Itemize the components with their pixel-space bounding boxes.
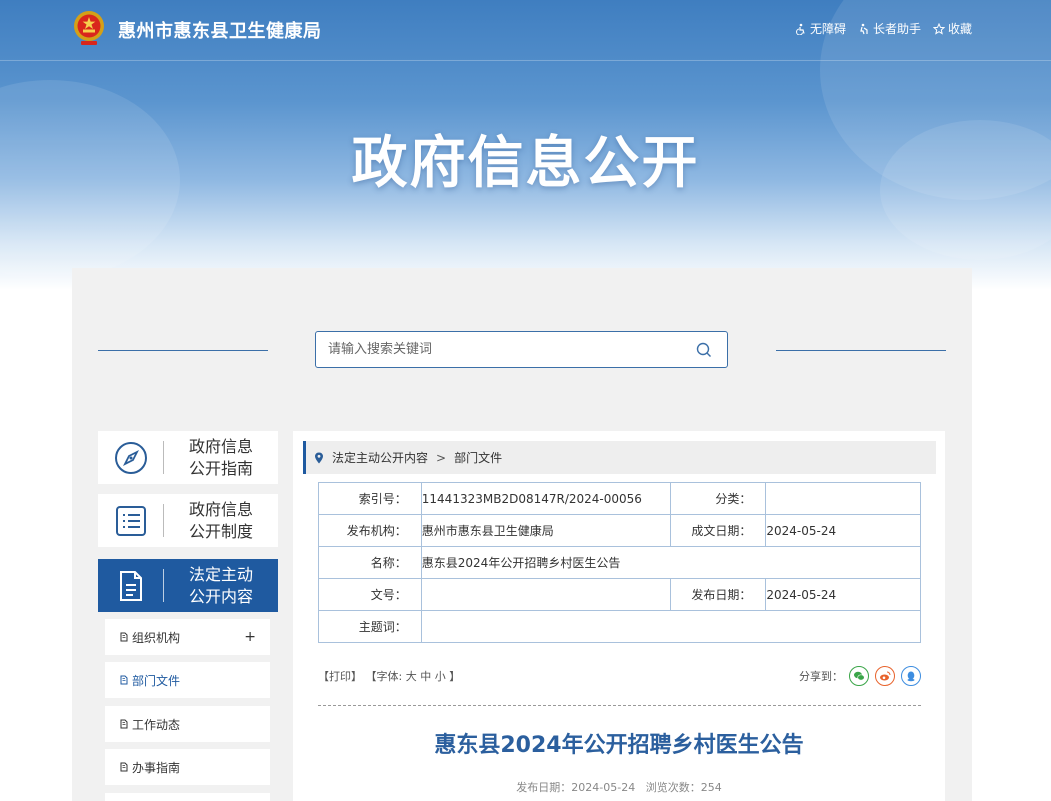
elder-helper-icon [860, 23, 868, 34]
font-suffix: 】 [449, 670, 461, 683]
search-input[interactable] [316, 332, 727, 367]
font-prefix: 【字体: [365, 670, 403, 683]
table-row: 发布机构： 惠州市惠东县卫生健康局 成文日期： 2024-05-24 [318, 514, 921, 547]
favorite-label: 收藏 [947, 22, 972, 36]
meta-label: 发布日期： [669, 578, 767, 611]
favorite-button[interactable]: 收藏 [932, 20, 972, 37]
meta-value-created: 2024-05-24 [765, 514, 921, 547]
article-toolbar: 【打印】 【字体: 大 中 小 】 分享到： [318, 665, 921, 687]
meta-value-published: 2024-05-24 [765, 578, 921, 611]
qq-icon [907, 671, 915, 682]
article-views: 254 [700, 781, 722, 794]
sidebar-item-label: 组织机构 [132, 630, 181, 645]
share-wechat-button[interactable] [849, 666, 869, 686]
file-icon [120, 675, 128, 685]
star-icon [932, 22, 945, 35]
breadcrumb-separator: > [436, 450, 447, 465]
meta-value-publisher: 惠州市惠东县卫生健康局 [420, 514, 671, 547]
search-box [315, 331, 728, 368]
meta-label: 索引号： [318, 482, 422, 515]
sidebar-card-label: 法定主动 公开内容 [188, 564, 253, 606]
font-small-button[interactable]: 小 [435, 670, 446, 683]
accessibility-button[interactable]: 无障碍 [795, 20, 846, 37]
sidebar-item-department-docs[interactable]: 部门文件 [105, 662, 270, 698]
compass-icon [115, 441, 147, 474]
meta-value-docno [420, 578, 671, 611]
breadcrumb-item-statutory[interactable]: 法定主动公开内容 [332, 449, 428, 466]
content-divider [318, 705, 921, 706]
article-title: 惠东县2024年公开招聘乡村医生公告 [434, 733, 804, 758]
search-divider-right [776, 350, 946, 351]
sidebar-card-icon-wrap [98, 431, 164, 484]
sidebar-card-statutory[interactable]: 法定主动 公开内容 [98, 559, 278, 612]
search-divider-left [98, 350, 268, 351]
header-divider [0, 60, 1051, 61]
share-tools: 分享到： [799, 666, 921, 686]
table-row: 名称： 惠东县2024年公开招聘乡村医生公告 [318, 546, 922, 579]
file-icon [120, 719, 128, 729]
location-pin-icon [315, 452, 323, 463]
sidebar-card-icon-wrap [98, 559, 164, 612]
meta-value-keywords [420, 610, 922, 643]
meta-value-index: 11441323MB2D08147R/2024-00056 [420, 482, 671, 515]
sidebar-card-label: 政府信息 公开指南 [188, 436, 253, 478]
share-qq-button[interactable] [901, 666, 921, 686]
font-medium-button[interactable]: 中 [420, 670, 431, 683]
table-row: 主题词： [318, 610, 922, 643]
print-font-tools: 【打印】 【字体: 大 中 小 】 [318, 668, 460, 684]
print-button[interactable]: 【打印】 [318, 670, 362, 683]
document-icon [120, 570, 142, 601]
sidebar-item-label: 工作动态 [132, 717, 181, 732]
breadcrumb: 法定主动公开内容 > 部门文件 [303, 441, 936, 474]
sidebar-item-partial [105, 793, 270, 801]
meta-label: 成文日期： [669, 514, 767, 547]
breadcrumb-item-department-docs[interactable]: 部门文件 [454, 449, 502, 466]
sidebar-item-label: 部门文件 [132, 673, 181, 688]
article-date-label: 发布日期： [516, 781, 572, 794]
sidebar-item-work-news[interactable]: 工作动态 [105, 706, 270, 742]
content-panel: 法定主动公开内容 > 部门文件 索引号： 11441323MB2D08147R/… [293, 431, 945, 801]
meta-label: 分类： [669, 482, 767, 515]
meta-label: 名称： [318, 546, 422, 579]
file-icon [120, 762, 128, 772]
sidebar-card-icon-wrap [98, 494, 164, 547]
elder-helper-label: 长者助手 [872, 22, 921, 36]
font-large-button[interactable]: 大 [406, 670, 417, 683]
wechat-icon [854, 671, 865, 681]
meta-label: 发布机构： [318, 514, 422, 547]
table-row: 文号： 发布日期： 2024-05-24 [318, 578, 921, 611]
sidebar-card-guide[interactable]: 政府信息 公开指南 [98, 431, 278, 484]
search-icon[interactable] [696, 342, 712, 358]
weibo-icon [880, 671, 891, 681]
sidebar-card-label: 政府信息 公开制度 [188, 499, 253, 541]
elder-helper-button[interactable]: 长者助手 [858, 20, 921, 37]
main-container: 政府信息公开指南 政府信息公开制度 法定主动公开内容 组织机构 + 部门文件 工… [72, 268, 972, 801]
sidebar-item-service-guide[interactable]: 办事指南 [105, 749, 270, 785]
file-icon [120, 632, 128, 642]
sidebar-card-system[interactable]: 政府信息 公开制度 [98, 494, 278, 547]
article-date: 2024-05-24 [571, 781, 636, 794]
meta-label: 主题词： [318, 610, 422, 643]
meta-label: 文号： [318, 578, 422, 611]
sidebar-item-organization[interactable]: 组织机构 + [105, 619, 270, 655]
article-meta: 发布日期：2024-05-24 浏览次数：254 [293, 779, 945, 795]
accessibility-icon [796, 23, 805, 35]
expand-icon[interactable]: + [244, 629, 256, 645]
sidebar-item-label: 办事指南 [132, 760, 181, 775]
site-title[interactable]: 惠州市惠东县卫生健康局 [118, 17, 322, 43]
header-tools: 无障碍 长者助手 收藏 [795, 20, 972, 37]
table-row: 索引号： 11441323MB2D08147R/2024-00056 分类： [318, 482, 921, 515]
accessibility-label: 无障碍 [809, 22, 846, 36]
meta-value-category [765, 482, 921, 515]
document-meta-table: 索引号： 11441323MB2D08147R/2024-00056 分类： 发… [318, 482, 922, 643]
search-area [98, 331, 946, 368]
share-label: 分享到： [799, 670, 843, 683]
hero-title: 政府信息公开 [351, 131, 700, 196]
meta-value-name: 惠东县2024年公开招聘乡村医生公告 [420, 546, 922, 579]
share-weibo-button[interactable] [875, 666, 895, 686]
national-emblem-icon [74, 11, 104, 45]
list-icon [116, 505, 146, 536]
banner: 惠州市惠东县卫生健康局 无障碍 长者助手 收藏 政府信息公开 [0, 0, 1051, 290]
article-views-label: 浏览次数： [645, 781, 701, 794]
